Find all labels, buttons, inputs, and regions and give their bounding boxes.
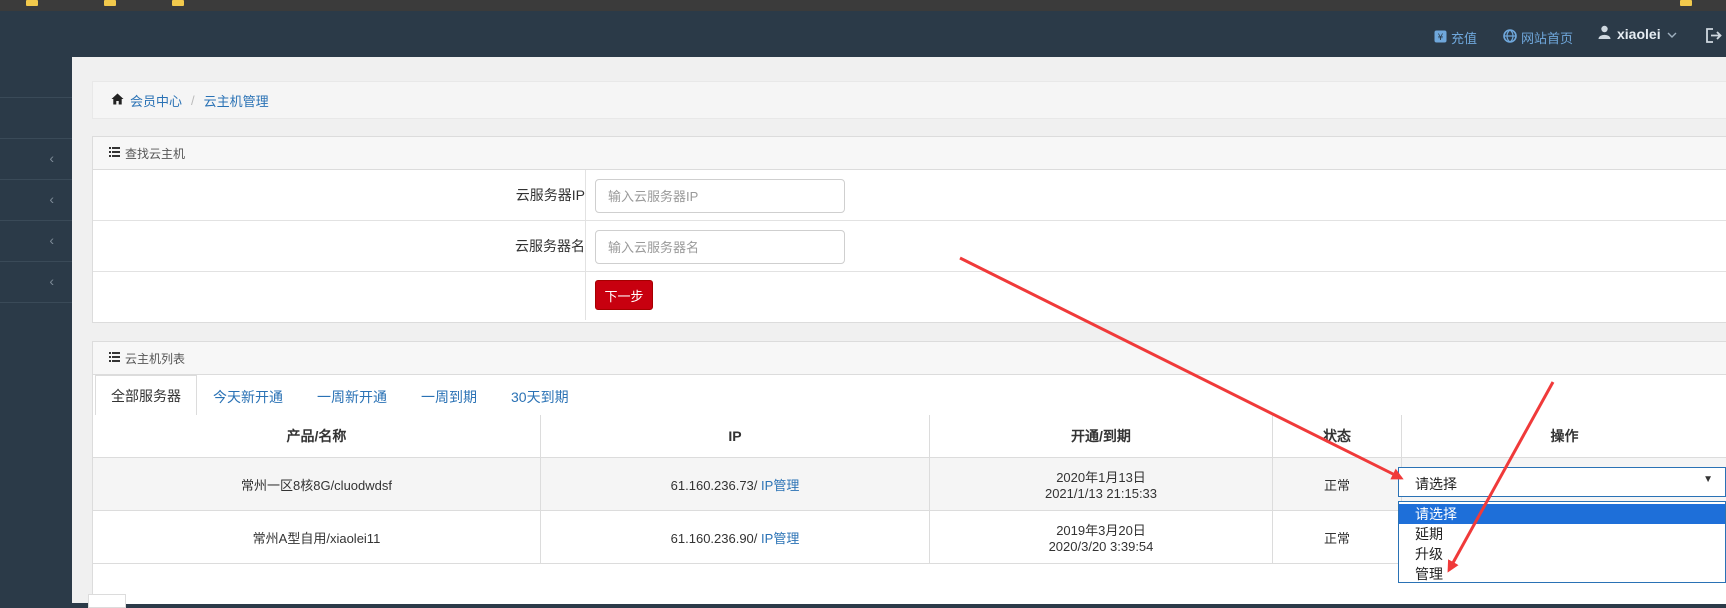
product-name-cell: 常州A型自用/xiaolei11 — [93, 511, 541, 564]
expire-date: 2020/3/20 3:39:54 — [931, 539, 1271, 554]
ip-form-row: 云服务器IP — [93, 170, 1726, 221]
tab-all-servers[interactable]: 全部服务器 — [95, 375, 197, 417]
status-cell: 正常 — [1273, 458, 1402, 511]
browser-bookmarks-strip — [0, 0, 1726, 11]
expire-date: 2021/1/13 21:15:33 — [931, 486, 1271, 501]
recharge-label: 充值 — [1451, 28, 1477, 47]
sidebar-item[interactable] — [0, 98, 72, 139]
server-ip-input[interactable] — [595, 179, 845, 213]
list-icon — [109, 351, 120, 365]
tab-new-this-week[interactable]: 一周新开通 — [317, 387, 387, 407]
column-header-ip: IP — [541, 415, 930, 458]
column-header-product: 产品/名称 — [93, 415, 541, 458]
column-header-dates: 开通/到期 — [930, 415, 1273, 458]
search-panel: 查找云主机 云服务器IP 云服务器名 下一步 — [92, 136, 1726, 323]
open-date: 2020年1月13日 — [931, 467, 1271, 486]
sidebar-item[interactable]: ‹ — [0, 180, 72, 221]
list-icon — [109, 146, 120, 160]
server-name-input[interactable] — [595, 230, 845, 264]
dropdown-arrow-icon: ▼ — [1703, 474, 1713, 485]
user-icon — [1598, 25, 1611, 42]
column-header-status: 状态 — [1273, 415, 1402, 458]
option-please-select[interactable]: 请选择 — [1399, 504, 1725, 524]
search-panel-title: 查找云主机 — [125, 145, 185, 162]
recharge-link[interactable]: ¥ 充值 — [1434, 28, 1477, 47]
svg-text:¥: ¥ — [1438, 33, 1444, 43]
globe-icon — [1503, 29, 1517, 46]
dates-cell: 2019年3月20日2020/3/20 3:39:54 — [930, 511, 1273, 564]
ip-address: 61.160.236.73/ — [671, 478, 758, 493]
server-filter-tabs: 全部服务器 今天新开通 一周新开通 一周到期 30天到期 — [93, 375, 1726, 416]
option-upgrade[interactable]: 升级 — [1399, 544, 1725, 564]
tab-expire-this-week[interactable]: 一周到期 — [421, 387, 477, 407]
breadcrumb-home-link[interactable]: 会员中心 — [130, 91, 182, 110]
table-header-row: 产品/名称 IP 开通/到期 状态 操作 — [93, 415, 1726, 458]
breadcrumb-current[interactable]: 云主机管理 — [204, 91, 269, 110]
option-extend[interactable]: 延期 — [1399, 524, 1725, 544]
sidebar-item[interactable]: ‹ — [0, 262, 72, 303]
pagination-stub — [88, 594, 126, 608]
option-manage[interactable]: 管理 — [1399, 564, 1725, 584]
action-dropdown-list: 请选择 延期 升级 管理 — [1398, 501, 1726, 583]
bookmark-folder-icon[interactable] — [1680, 0, 1692, 6]
chevron-down-icon — [1667, 26, 1677, 42]
search-panel-header: 查找云主机 — [93, 137, 1726, 170]
column-header-action: 操作 — [1402, 415, 1726, 458]
bookmark-folder-icon[interactable] — [172, 0, 184, 6]
submit-form-row: 下一步 — [93, 272, 1726, 320]
name-form-row: 云服务器名 — [93, 221, 1726, 272]
breadcrumb: 会员中心 / 云主机管理 — [92, 81, 1726, 119]
ip-manage-link[interactable]: IP管理 — [761, 531, 799, 546]
chevron-left-icon: ‹ — [49, 232, 54, 248]
submit-row-spacer — [93, 272, 586, 320]
breadcrumb-separator: / — [191, 93, 195, 108]
ip-field-label: 云服务器IP — [93, 170, 586, 220]
site-home-label: 网站首页 — [1521, 28, 1573, 47]
bookmark-folder-icon[interactable] — [104, 0, 116, 6]
username: xiaolei — [1617, 26, 1661, 42]
chevron-left-icon: ‹ — [49, 273, 54, 289]
chevron-left-icon: ‹ — [49, 191, 54, 207]
user-menu[interactable]: xiaolei — [1598, 25, 1677, 42]
chevron-left-icon: ‹ — [49, 150, 54, 166]
recharge-icon: ¥ — [1434, 30, 1447, 46]
ip-address: 61.160.236.90/ — [671, 531, 758, 546]
product-name-cell: 常州一区8核8G/cluodwdsf — [93, 458, 541, 511]
sidebar-item[interactable] — [0, 57, 72, 98]
next-step-button[interactable]: 下一步 — [595, 280, 653, 310]
tab-new-today[interactable]: 今天新开通 — [213, 387, 283, 407]
ip-manage-link[interactable]: IP管理 — [761, 478, 799, 493]
open-date: 2019年3月20日 — [931, 520, 1271, 539]
bookmark-folder-icon[interactable] — [26, 0, 38, 6]
status-cell: 正常 — [1273, 511, 1402, 564]
logout-icon[interactable] — [1706, 28, 1722, 46]
ip-cell: 61.160.236.90/ IP管理 — [541, 511, 930, 564]
sidebar-item[interactable]: ‹ — [0, 221, 72, 262]
list-panel-header: 云主机列表 — [93, 342, 1726, 375]
action-select[interactable]: 请选择 ▼ — [1398, 467, 1726, 497]
action-select-value: 请选择 — [1415, 474, 1457, 494]
site-home-link[interactable]: 网站首页 — [1503, 28, 1573, 47]
name-field-label: 云服务器名 — [93, 221, 586, 271]
tab-expire-30-days[interactable]: 30天到期 — [511, 387, 569, 407]
home-icon — [111, 93, 124, 108]
dates-cell: 2020年1月13日2021/1/13 21:15:33 — [930, 458, 1273, 511]
ip-cell: 61.160.236.73/ IP管理 — [541, 458, 930, 511]
sidebar-item[interactable]: ‹ — [0, 139, 72, 180]
list-panel-title: 云主机列表 — [125, 350, 185, 367]
sidebar: ‹ ‹ ‹ ‹ — [0, 57, 72, 603]
